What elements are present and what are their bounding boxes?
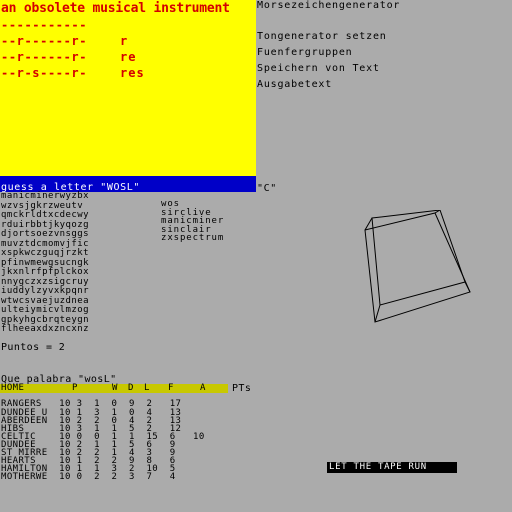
hangman-clue: an obsolete musical instrument — [1, 1, 230, 16]
menu-item-morse-generator[interactable]: Morsezeichengenerator — [257, 0, 400, 12]
tape-message: LET THE TAPE RUN — [329, 462, 427, 472]
col-against: A — [200, 383, 206, 393]
hangman-row-word: re — [120, 50, 137, 64]
hangman-row-pattern: --r-s----r- — [1, 66, 88, 80]
hangman-row-pattern: --r------r- — [1, 34, 88, 48]
tape-message-bar: LET THE TAPE RUN — [327, 462, 457, 473]
hangman-panel: an obsolete musical instrument ---------… — [0, 0, 256, 176]
table-row: MOTHERWE 10 0 2 2 3 7 4 — [1, 472, 176, 482]
grid-row: flheeaxdxzncxnz — [1, 324, 90, 334]
menu-item-five-groups[interactable]: Fuenfergruppen — [257, 47, 353, 59]
menu-item-output-text[interactable]: Ausgabetext — [257, 79, 332, 91]
wireframe-cube — [364, 210, 471, 323]
cube-back-face — [371, 210, 466, 306]
hangman-dashes: ----------- — [1, 18, 88, 32]
col-won: W — [112, 383, 118, 393]
cube-edge — [464, 281, 471, 293]
hangman-row-word: res — [120, 66, 145, 80]
score-label: Puntos = 2 — [1, 342, 66, 353]
col-team: HOME — [1, 383, 25, 393]
cube-edge — [374, 304, 381, 323]
wordsearch-wordlist: wos sirclive manicminer sinclair zxspect… — [161, 200, 224, 243]
col-for: F — [168, 383, 174, 393]
col-lost: L — [144, 383, 150, 393]
col-points: PTs — [232, 383, 252, 394]
guess-value: "C" — [257, 183, 277, 194]
menu-item-save-text[interactable]: Speichern von Text — [257, 63, 380, 75]
col-played: P — [72, 383, 78, 393]
cube-front-face — [364, 212, 471, 323]
word-item: zxspectrum — [161, 233, 225, 243]
hangman-row-pattern: --r------r- — [1, 50, 88, 64]
hangman-row-word: r — [120, 34, 129, 48]
league-header: HOME P W D L F A — [0, 383, 228, 393]
menu-item-tone-generator[interactable]: Tongenerator setzen — [257, 31, 387, 43]
guess-prompt-bar[interactable]: guess a letter "WOSL" — [0, 176, 256, 193]
wordsearch-grid: manicminerwyzbx wzvsjgkrzweutv qmckrldtx… — [1, 191, 90, 335]
col-drawn: D — [128, 383, 134, 393]
